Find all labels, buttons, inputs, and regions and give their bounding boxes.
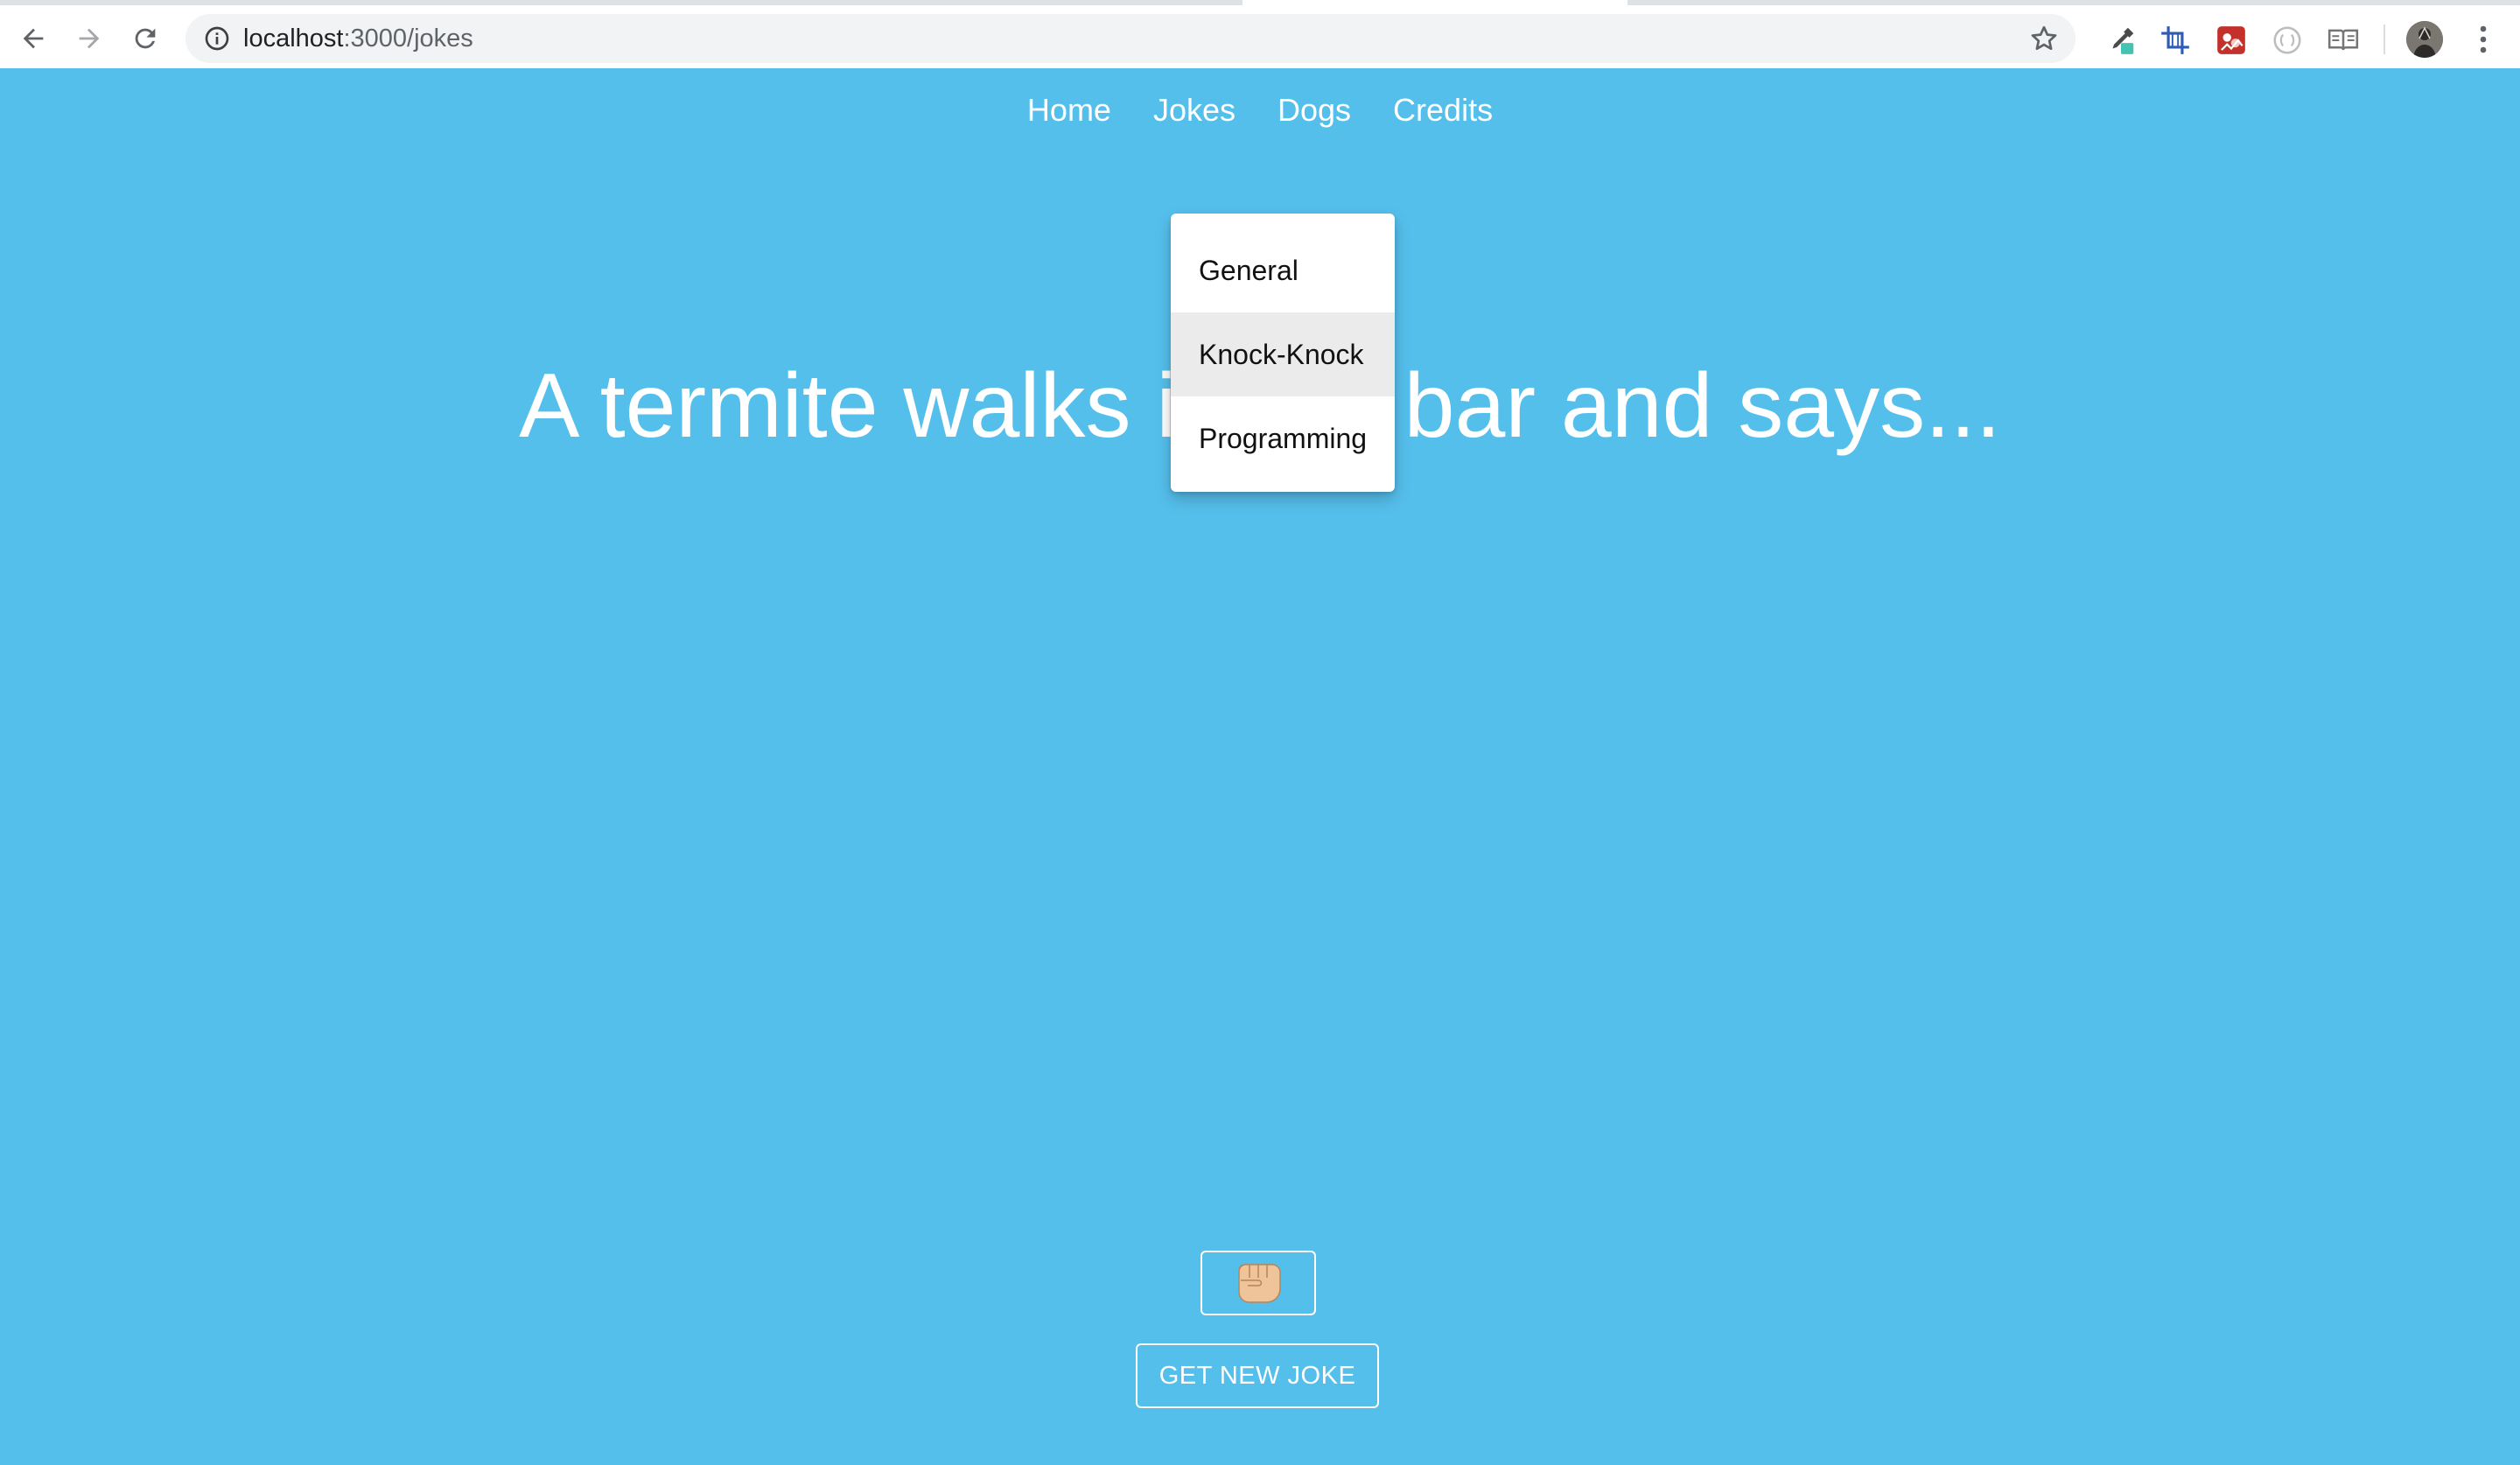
active-tab-indicator <box>1242 0 1628 5</box>
nav-credits-link[interactable]: Credits <box>1393 89 1493 131</box>
crop-frame-icon <box>2161 26 2189 54</box>
url-host: localhost <box>243 25 344 53</box>
more-vert-icon[interactable] <box>2468 21 2499 58</box>
eyedropper-icon <box>2112 27 2134 54</box>
get-new-joke-button[interactable]: GET NEW JOKE <box>1136 1343 1379 1408</box>
dropdown-item-knock-knock[interactable]: Knock-Knock <box>1171 312 1395 396</box>
crop-extension[interactable] <box>2158 23 2193 58</box>
avatar-icon[interactable] <box>2406 21 2443 58</box>
browser-toolbar: localhost:3000/jokes <box>0 0 2520 68</box>
toolbar-separator <box>2384 25 2385 54</box>
reload-button[interactable] <box>124 18 166 60</box>
red-extension[interactable] <box>2214 23 2249 58</box>
reader-icon <box>2328 29 2359 51</box>
dropdown-item-general[interactable]: General <box>1171 228 1395 312</box>
circle-extension-icon <box>2273 26 2301 54</box>
url-path: :3000/jokes <box>343 25 473 53</box>
reload-icon <box>135 28 156 49</box>
reader-extension[interactable] <box>2326 23 2361 58</box>
info-icon[interactable] <box>203 25 231 53</box>
nav-home-link[interactable]: Home <box>1027 89 1111 131</box>
address-bar[interactable]: localhost:3000/jokes <box>186 14 2076 63</box>
jokes-page: Home Jokes Dogs Credits A termite walks … <box>0 68 2520 1465</box>
fist-bump-button[interactable] <box>1200 1251 1316 1315</box>
back-button[interactable] <box>12 18 54 60</box>
circle-extension[interactable] <box>2270 23 2305 58</box>
nav-jokes-link[interactable]: Jokes <box>1153 89 1236 131</box>
dropdown-item-programming[interactable]: Programming <box>1171 396 1395 480</box>
forward-button[interactable] <box>68 18 110 60</box>
red-extension-icon <box>2217 26 2245 54</box>
back-arrow-icon <box>23 28 44 49</box>
star-icon[interactable] <box>2028 23 2060 54</box>
joke-category-dropdown: General Knock-Knock Programming <box>1171 214 1395 492</box>
forward-arrow-icon <box>79 28 100 49</box>
main-navigation: Home Jokes Dogs Credits <box>0 89 2520 131</box>
url-text: localhost:3000/jokes <box>243 25 473 52</box>
nav-dogs-link[interactable]: Dogs <box>1278 89 1351 131</box>
fist-bump-icon <box>1238 1264 1281 1303</box>
eyedropper-extension[interactable] <box>2104 23 2138 58</box>
avatar-image <box>2406 21 2443 58</box>
